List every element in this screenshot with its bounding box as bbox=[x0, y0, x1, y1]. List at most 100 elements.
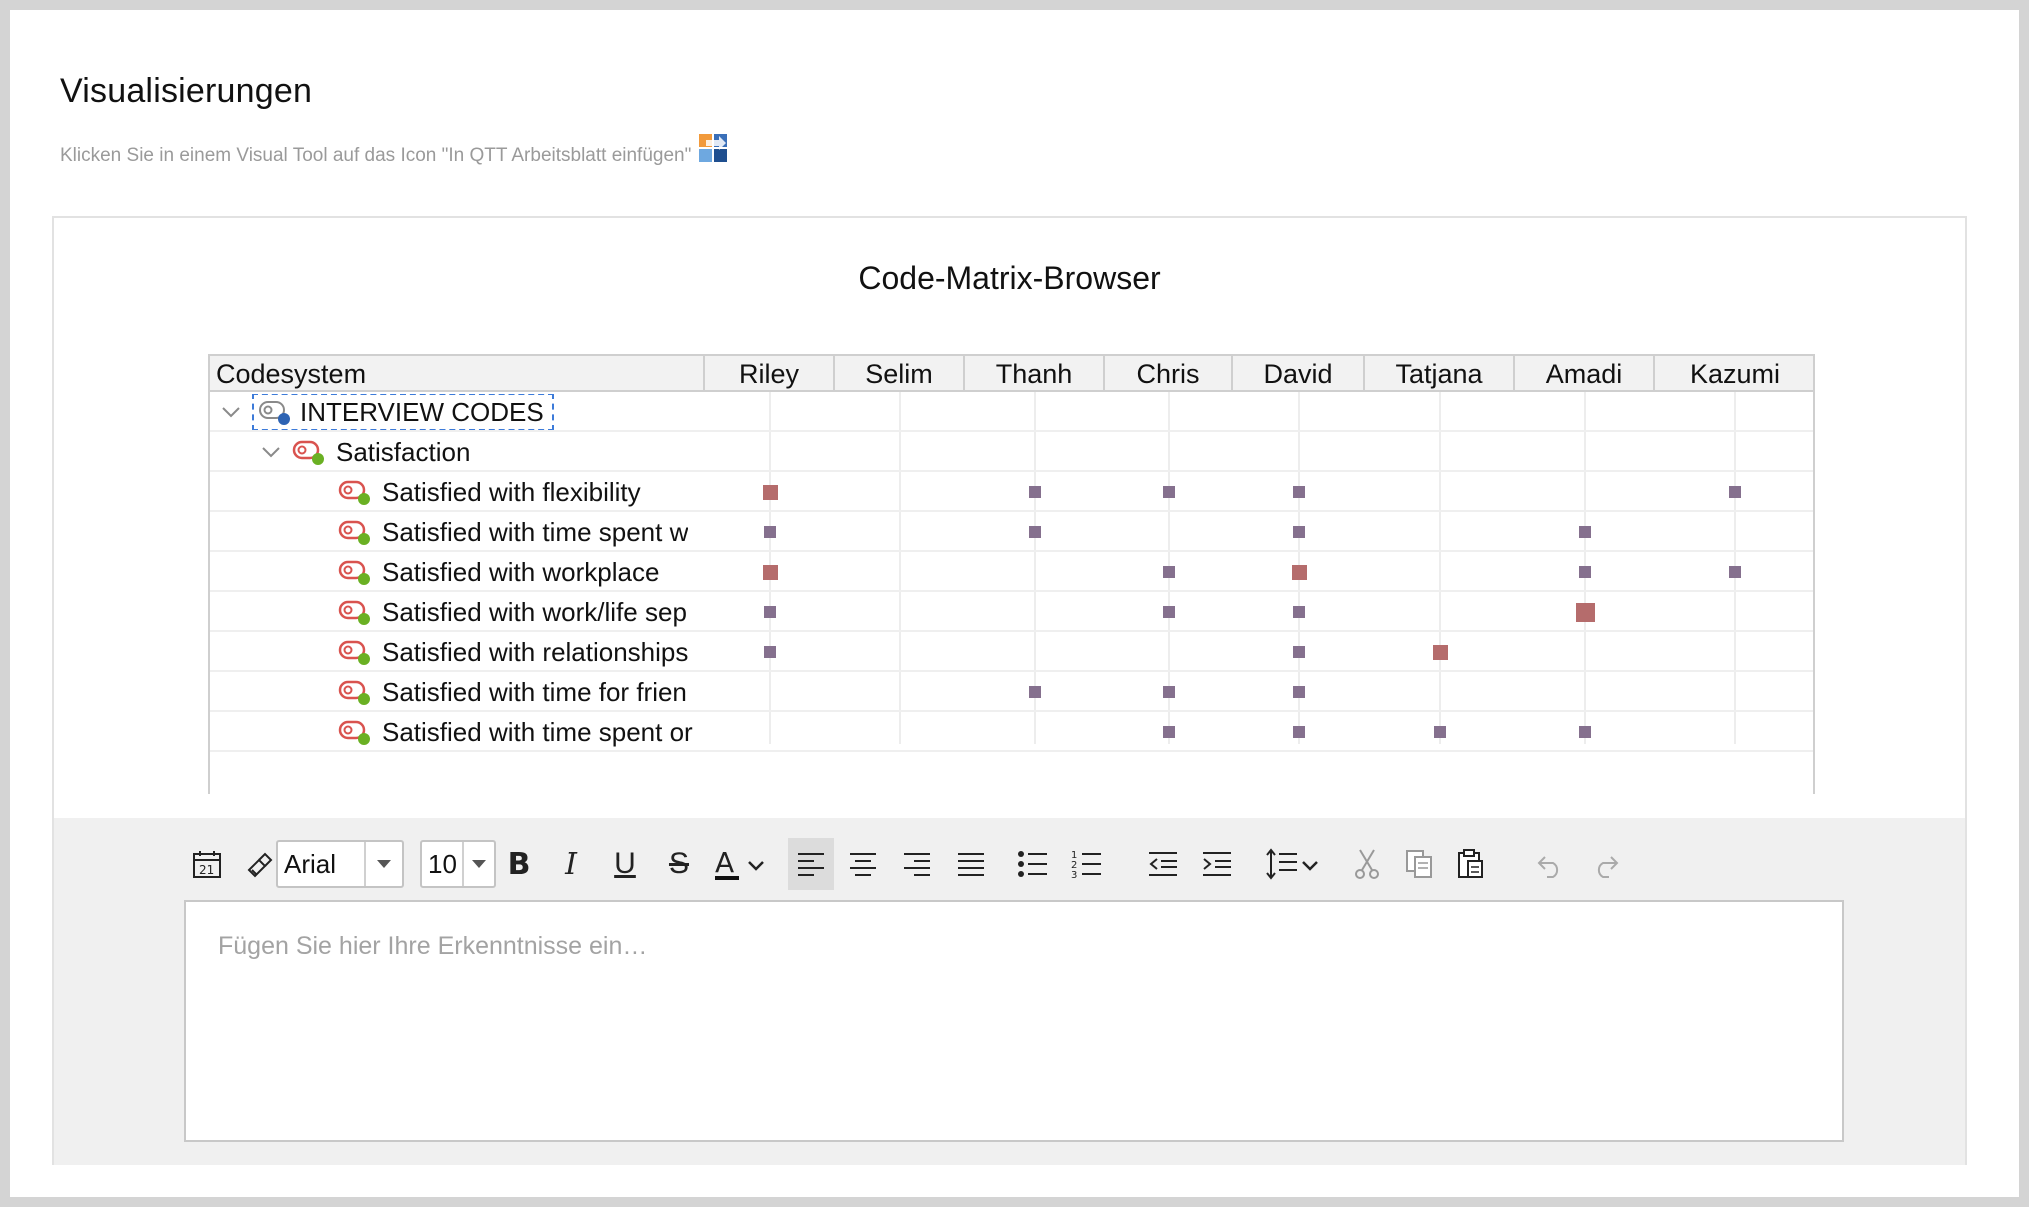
grid-row-line bbox=[210, 470, 1813, 472]
font-color-icon[interactable]: A bbox=[712, 838, 772, 890]
page-title: Visualisierungen bbox=[60, 72, 313, 110]
matrix-cell-marker[interactable] bbox=[764, 526, 776, 538]
matrix-cell-marker[interactable] bbox=[1293, 606, 1305, 618]
tree-row-parent[interactable]: Satisfaction bbox=[260, 434, 470, 470]
redo-icon[interactable] bbox=[1582, 838, 1628, 890]
code-row[interactable]: Satisfied with time for frien bbox=[338, 674, 703, 710]
root-code-item[interactable]: INTERVIEW CODES bbox=[252, 394, 554, 430]
matrix-cell-marker[interactable] bbox=[1163, 606, 1175, 618]
code-group-blue-icon bbox=[259, 401, 290, 425]
paste-icon[interactable] bbox=[1448, 838, 1494, 890]
code-label: Satisfied with time spent w bbox=[382, 517, 689, 547]
chevron-down-icon[interactable] bbox=[260, 441, 282, 463]
numbered-list-icon[interactable]: 123 bbox=[1064, 838, 1110, 890]
tree-row-root[interactable]: INTERVIEW CODES bbox=[220, 394, 554, 430]
code-row[interactable]: Satisfied with workplace bbox=[338, 554, 703, 590]
column-header[interactable]: Kazumi bbox=[1655, 356, 1815, 392]
cut-icon[interactable] bbox=[1344, 838, 1390, 890]
visualizations-page: Visualisierungen Klicken Sie in einem Vi… bbox=[10, 10, 2019, 1197]
code-red-green-icon bbox=[292, 440, 324, 465]
grid-row-line bbox=[210, 590, 1813, 592]
code-red-green-icon bbox=[338, 560, 370, 585]
code-row[interactable]: Satisfied with work/life sep bbox=[338, 594, 703, 630]
copy-icon[interactable] bbox=[1396, 838, 1442, 890]
matrix-cell-marker[interactable] bbox=[1579, 726, 1591, 738]
strikethrough-icon[interactable]: S bbox=[656, 838, 702, 890]
column-header[interactable]: Amadi bbox=[1515, 356, 1655, 392]
line-spacing-icon[interactable] bbox=[1264, 838, 1324, 890]
matrix-cell-marker[interactable] bbox=[1029, 486, 1041, 498]
matrix-cell-marker[interactable] bbox=[1434, 726, 1446, 738]
chevron-down-icon[interactable] bbox=[462, 842, 494, 886]
code-red-green-icon bbox=[338, 640, 370, 665]
matrix-cell-marker[interactable] bbox=[1163, 726, 1175, 738]
matrix-cell-marker[interactable] bbox=[1432, 644, 1448, 660]
font-family-value: Arial bbox=[284, 849, 337, 879]
italic-icon[interactable]: I bbox=[548, 838, 594, 890]
notes-placeholder: Fügen Sie hier Ihre Erkenntnisse ein… bbox=[218, 932, 648, 960]
panel-title: Code-Matrix-Browser bbox=[858, 260, 1161, 296]
column-header[interactable]: Riley bbox=[705, 356, 835, 392]
column-header[interactable]: Selim bbox=[835, 356, 965, 392]
date-icon[interactable]: 21 bbox=[184, 838, 230, 890]
code-matrix: Codesystem Riley Selim Thanh Chris David… bbox=[208, 354, 1815, 794]
chevron-down-icon[interactable] bbox=[220, 401, 242, 423]
matrix-cell-marker[interactable] bbox=[1163, 686, 1175, 698]
font-size-select[interactable]: 10 bbox=[420, 840, 496, 888]
code-label: Satisfied with work/life sep bbox=[382, 597, 687, 627]
matrix-cell-marker[interactable] bbox=[764, 646, 776, 658]
code-red-green-icon bbox=[338, 600, 370, 625]
matrix-cell-marker[interactable] bbox=[764, 606, 776, 618]
matrix-cell-marker[interactable] bbox=[1029, 526, 1041, 538]
matrix-cell-marker[interactable] bbox=[1163, 486, 1175, 498]
outdent-icon[interactable] bbox=[1140, 838, 1186, 890]
code-row[interactable]: Satisfied with time spent or bbox=[338, 714, 703, 750]
code-row[interactable]: Satisfied with time spent w bbox=[338, 514, 703, 550]
matrix-cell-marker[interactable] bbox=[1029, 686, 1041, 698]
matrix-cell-marker[interactable] bbox=[1293, 646, 1305, 658]
code-label: Satisfied with relationships bbox=[382, 637, 689, 667]
bullet-list-icon[interactable] bbox=[1010, 838, 1056, 890]
underline-icon[interactable]: U bbox=[602, 838, 648, 890]
matrix-cell-marker[interactable] bbox=[1579, 526, 1591, 538]
justify-icon[interactable] bbox=[948, 838, 994, 890]
code-label: Satisfied with flexibility bbox=[382, 477, 641, 507]
align-right-icon[interactable] bbox=[894, 838, 940, 890]
code-red-green-icon bbox=[338, 520, 370, 545]
grid-row-line bbox=[210, 710, 1813, 712]
undo-icon[interactable] bbox=[1528, 838, 1574, 890]
matrix-cell-marker[interactable] bbox=[1293, 726, 1305, 738]
align-center-icon[interactable] bbox=[840, 838, 886, 890]
svg-text:3: 3 bbox=[1071, 870, 1077, 880]
column-header[interactable]: Tatjana bbox=[1365, 356, 1515, 392]
code-row[interactable]: Satisfied with flexibility bbox=[338, 474, 703, 510]
code-red-green-icon bbox=[338, 720, 370, 745]
notes-editor: 21 Arial 10 B I U S A 1 2 3 Fügen Sie hi… bbox=[54, 818, 1965, 1165]
matrix-cell-marker[interactable] bbox=[1293, 486, 1305, 498]
column-header[interactable]: Chris bbox=[1105, 356, 1233, 392]
font-family-select[interactable]: Arial bbox=[276, 840, 404, 888]
grid-row-line bbox=[210, 670, 1813, 672]
matrix-cell-marker[interactable] bbox=[1163, 566, 1175, 578]
chevron-down-icon[interactable] bbox=[364, 842, 402, 886]
matrix-cell-marker[interactable] bbox=[1579, 566, 1591, 578]
align-left-icon[interactable] bbox=[788, 838, 834, 890]
bold-icon[interactable]: B bbox=[496, 838, 542, 890]
matrix-cell-marker[interactable] bbox=[1293, 686, 1305, 698]
matrix-cell-marker[interactable] bbox=[1293, 526, 1305, 538]
matrix-cell-marker[interactable] bbox=[762, 484, 778, 500]
codesystem-header[interactable]: Codesystem bbox=[210, 356, 705, 392]
column-header[interactable]: David bbox=[1233, 356, 1365, 392]
code-row[interactable]: Satisfied with relationships bbox=[338, 634, 703, 670]
grid-column-line bbox=[899, 392, 901, 744]
matrix-cell-marker[interactable] bbox=[1729, 566, 1741, 578]
matrix-cell-marker[interactable] bbox=[1575, 602, 1595, 622]
column-header[interactable]: Thanh bbox=[965, 356, 1105, 392]
matrix-cell-marker[interactable] bbox=[1291, 564, 1307, 580]
insert-into-worksheet-icon bbox=[699, 134, 728, 162]
matrix-cell-marker[interactable] bbox=[762, 564, 778, 580]
notes-textarea[interactable]: Fügen Sie hier Ihre Erkenntnisse ein… bbox=[184, 900, 1844, 1142]
matrix-cell-marker[interactable] bbox=[1729, 486, 1741, 498]
grid-row-line bbox=[210, 510, 1813, 512]
indent-icon[interactable] bbox=[1194, 838, 1240, 890]
